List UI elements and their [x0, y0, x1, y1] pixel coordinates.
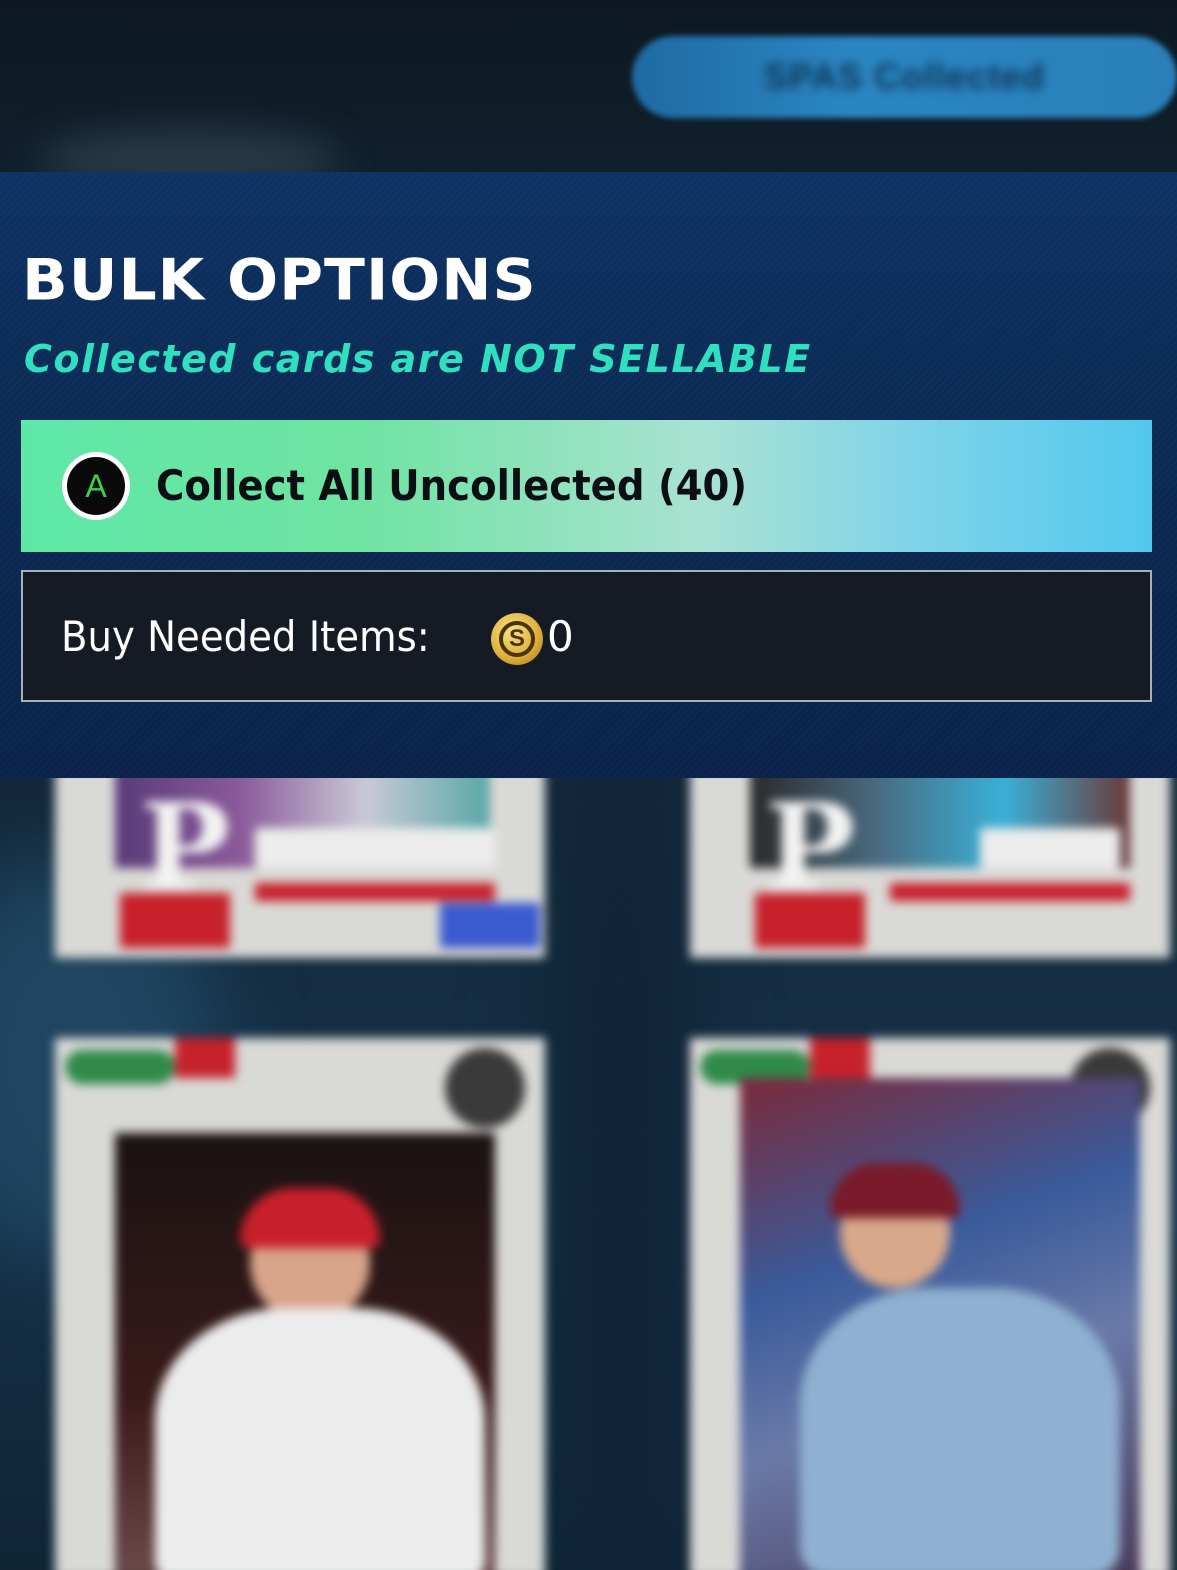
bulk-options-panel: BULK OPTIONS Collected cards are NOT SEL…	[0, 172, 1177, 778]
collect-all-label: Collect All Uncollected (40)	[156, 461, 748, 510]
card-stripe	[810, 1038, 870, 1078]
card-series-icon	[445, 1048, 525, 1128]
stubs-coin-icon: S	[491, 613, 543, 665]
player-card[interactable]	[55, 1038, 545, 1570]
team-logo-icon: P	[140, 778, 231, 918]
collect-all-uncollected-button[interactable]: A Collect All Uncollected (40)	[21, 420, 1152, 552]
card-stripe	[255, 883, 495, 901]
player-cap	[830, 1163, 960, 1218]
a-button-icon: A	[62, 452, 130, 520]
player-cap	[240, 1188, 380, 1248]
collected-filter-pill[interactable]: SPAS Collected	[632, 36, 1177, 118]
card-photo	[740, 1078, 1140, 1570]
player-jersey	[800, 1288, 1120, 1570]
buy-needed-items-label: Buy Needed Items:	[61, 612, 430, 661]
team-logo-icon: P	[765, 778, 856, 918]
card-stripe	[175, 1038, 235, 1078]
player-jersey	[155, 1308, 485, 1570]
buy-needed-items-button[interactable]: Buy Needed Items: S 0	[21, 570, 1152, 702]
a-button-glyph: A	[67, 457, 125, 515]
card-rating-badge	[65, 1050, 175, 1084]
card-nameplate	[255, 828, 495, 868]
card-grid-background: P P	[0, 778, 1177, 1570]
buy-needed-items-cost: 0	[547, 612, 574, 661]
card-badge	[440, 903, 540, 948]
player-card[interactable]: P	[690, 778, 1170, 958]
background-header: SPAS Collected	[0, 0, 1177, 172]
player-card[interactable]	[690, 1038, 1170, 1570]
screen: SPAS Collected BULK OPTIONS Collected ca…	[0, 0, 1177, 1570]
background-blur-shape	[40, 130, 340, 172]
panel-title: BULK OPTIONS	[22, 247, 537, 314]
panel-warning-subtitle: Collected cards are NOT SELLABLE	[24, 337, 812, 381]
card-stripe	[890, 883, 1130, 901]
card-photo	[115, 1133, 495, 1570]
card-nameplate	[980, 828, 1120, 868]
stubs-coin-glyph: S	[499, 621, 535, 657]
collected-filter-label: SPAS Collected	[763, 56, 1046, 97]
player-card[interactable]: P	[55, 778, 545, 958]
background-blur-shape	[540, 778, 700, 1570]
